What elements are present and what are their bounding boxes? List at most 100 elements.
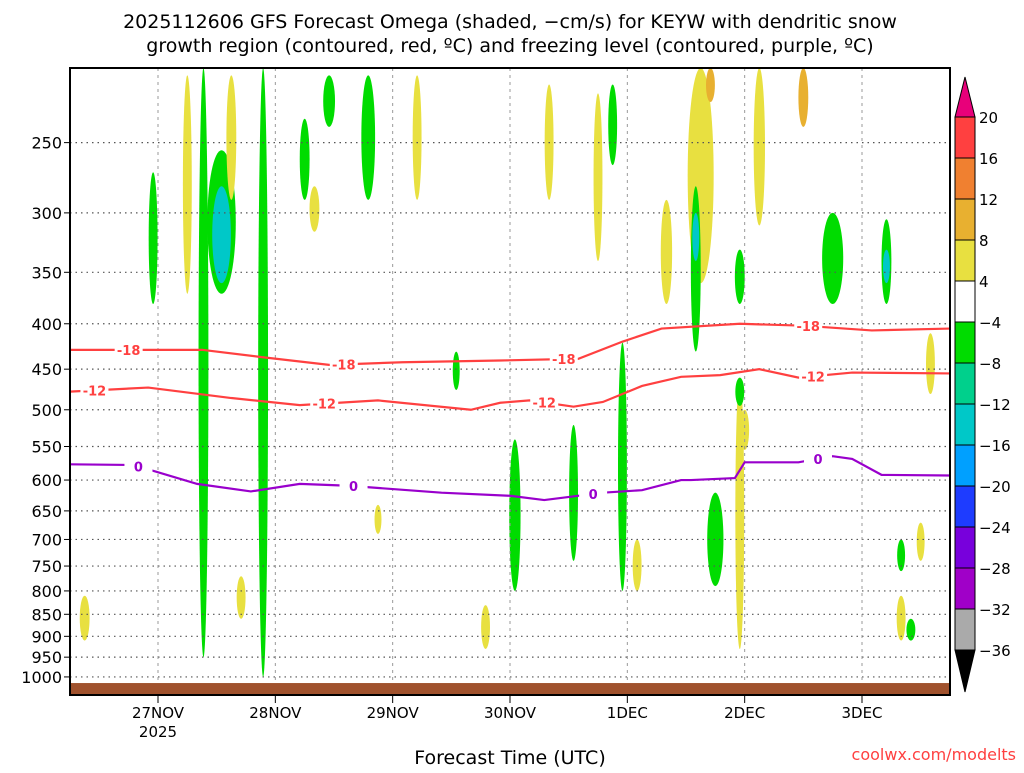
x-tick-label: 28NOV: [249, 704, 302, 722]
contour-label: -12: [83, 384, 107, 399]
colorbar-label: −4: [979, 314, 1001, 332]
colorbar-swatch: [954, 362, 976, 405]
omega-patch: [882, 249, 890, 284]
y-tick-label: 450: [31, 360, 62, 379]
omega-patch: [323, 75, 336, 127]
omega-patch: [734, 249, 745, 304]
colorbar-swatch: [954, 198, 976, 241]
omega-patch: [692, 212, 700, 262]
omega-patch: [236, 576, 246, 619]
chart-title-line-2: growth region (contoured, red, ºC) and f…: [146, 35, 873, 57]
contour-label: -18: [117, 344, 141, 359]
contour-label: -18: [332, 358, 356, 373]
contour-label: 0: [813, 453, 822, 468]
omega-patch: [753, 67, 765, 226]
contour-label: -12: [801, 370, 825, 385]
x-tick-label: 29NOV: [367, 704, 420, 722]
omega-patch: [452, 351, 460, 391]
colorbar-swatch: [954, 608, 976, 651]
omega-patch: [906, 618, 916, 641]
omega-patch: [212, 186, 231, 284]
terrain-surface: [70, 683, 950, 695]
colorbar-label: 20: [979, 109, 998, 127]
colorbar-swatch: [954, 526, 976, 569]
omega-patch: [361, 75, 376, 200]
colorbar-swatch: [954, 239, 976, 282]
omega-patch: [509, 439, 521, 591]
x-tick-label: 1DEC: [607, 704, 648, 722]
contour-label: -18: [552, 353, 576, 368]
colorbar-label: −20: [979, 478, 1011, 496]
colorbar-label: −36: [979, 642, 1011, 660]
omega-patch: [569, 424, 578, 561]
y-tick-label: 300: [31, 204, 62, 223]
omega-patch: [798, 68, 809, 127]
omega-patch: [896, 595, 906, 641]
x-tick-label: 27NOV: [132, 704, 185, 722]
contour-label: -12: [312, 398, 336, 413]
colorbar-swatch: [954, 403, 976, 446]
omega-patch: [374, 504, 382, 534]
omega-patch: [735, 377, 745, 406]
y-tick-label: 750: [31, 557, 62, 576]
colorbar-swatch: [954, 444, 976, 487]
chart-title-line-1: 2025112606 GFS Forecast Omega (shaded, −…: [123, 11, 897, 33]
omega-patch: [481, 605, 490, 649]
colorbar-label: −24: [979, 519, 1011, 537]
y-tick-label: 1000: [21, 668, 62, 687]
contour-label: 0: [349, 480, 358, 495]
x-tick-label: 2DEC: [724, 704, 765, 722]
colorbar-swatch: [954, 567, 976, 610]
colorbar-swatch: [954, 485, 976, 528]
colorbar-swatch: [954, 116, 976, 159]
x-axis-label: Forecast Time (UTC): [414, 747, 605, 768]
colorbar-swatch: [954, 280, 976, 323]
colorbar-label: −12: [979, 396, 1011, 414]
colorbar: 20 16 12 8 4 −4 −8 −12 −16 −20 −24 −28 −32 −36: [954, 76, 1011, 693]
omega-patch: [707, 492, 724, 587]
omega-patch: [608, 84, 618, 166]
omega-patch: [258, 68, 269, 677]
x-tick-label: 3DEC: [841, 704, 882, 722]
omega-patch: [198, 68, 209, 658]
colorbar-under-arrow: [954, 649, 976, 693]
y-tick-label: 800: [31, 582, 62, 601]
omega-patch: [148, 172, 158, 304]
colorbar-label: 4: [979, 273, 989, 291]
omega-patch: [706, 68, 715, 103]
contour-label: 0: [134, 460, 143, 475]
y-tick-label: 650: [31, 502, 62, 521]
x-tick-label: 30NOV: [484, 704, 537, 722]
y-tick-label: 600: [31, 471, 62, 490]
contour-label: -18: [796, 320, 820, 335]
y-tick-label: 500: [31, 401, 62, 420]
omega-patch: [309, 186, 320, 232]
y-tick-label: 550: [31, 438, 62, 457]
colorbar-label: −16: [979, 437, 1011, 455]
y-tick-label: 950: [31, 648, 62, 667]
y-tick-label: 850: [31, 605, 62, 624]
omega-patch: [916, 522, 925, 561]
contour-label: -12: [532, 397, 556, 412]
omega-patch: [660, 199, 673, 304]
omega-patch: [926, 333, 935, 395]
y-axis-ticks: 250 300 350 400 450 500 550 600 650 700 750 800 850 9…: [21, 134, 70, 687]
x-tick-sublabel: 2025: [139, 723, 177, 741]
omega-patch: [182, 75, 192, 294]
y-tick-label: 250: [31, 134, 62, 153]
omega-patch: [822, 212, 844, 304]
y-tick-label: 400: [31, 315, 62, 334]
omega-patch: [226, 75, 237, 200]
contour-label: 0: [589, 488, 598, 503]
omega-patch: [593, 93, 603, 262]
colorbar-over-arrow: [954, 76, 976, 118]
colorbar-label: −32: [979, 601, 1011, 619]
omega-patch: [632, 539, 642, 591]
omega-patch: [79, 595, 90, 641]
colorbar-label: 12: [979, 191, 998, 209]
y-tick-label: 900: [31, 627, 62, 646]
omega-patch: [740, 409, 750, 450]
colorbar-label: 16: [979, 150, 998, 168]
credit-text: coolwx.com/modelts: [852, 745, 1016, 764]
colorbar-swatch: [954, 157, 976, 200]
